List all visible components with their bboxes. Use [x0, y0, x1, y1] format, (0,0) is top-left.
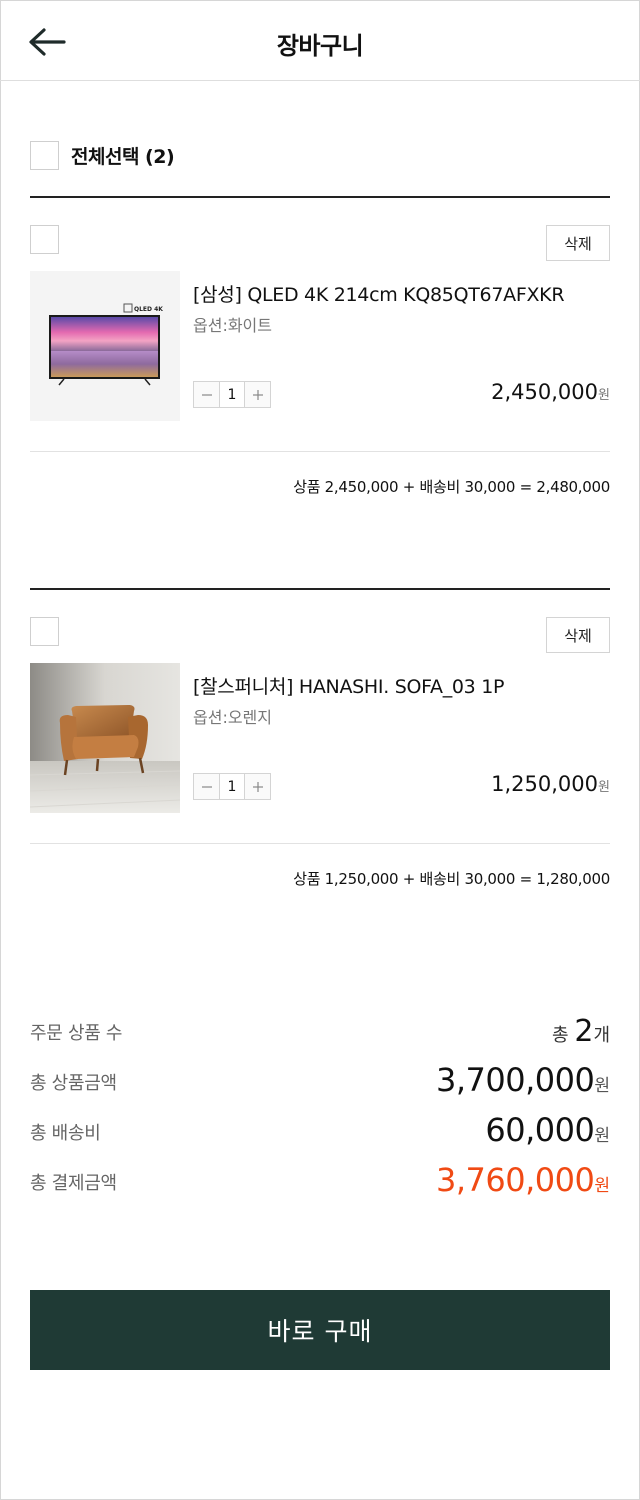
item-checkbox[interactable] — [30, 225, 59, 254]
total-products-value: 3,700,000원 — [436, 1061, 610, 1099]
total-products-number: 3,700,000 — [436, 1061, 595, 1099]
price-value: 2,450,000 — [491, 380, 599, 404]
total-shipping-row: 총 배송비 60,000원 — [30, 1105, 610, 1155]
item-summary: 상품 1,250,000 + 배송비 30,000 = 1,280,000 — [293, 870, 610, 888]
delete-button[interactable]: 삭제 — [546, 225, 610, 261]
minus-icon — [201, 785, 212, 788]
item-divider-top — [30, 588, 610, 590]
select-all-label: 전체선택 (2) — [71, 145, 175, 168]
item-summary: 상품 2,450,000 + 배송비 30,000 = 2,480,000 — [293, 478, 610, 496]
cart-item: 삭제 QLED 4K [삼성] QLED 4K 214cm KQ85QT67AF… — [30, 196, 610, 516]
increase-button[interactable] — [245, 774, 270, 799]
increase-button[interactable] — [245, 382, 270, 407]
delete-button[interactable]: 삭제 — [546, 617, 610, 653]
total-count-value: 총 2개 — [552, 1014, 610, 1049]
select-all-checkbox[interactable] — [30, 140, 59, 170]
quantity-value[interactable]: 1 — [219, 774, 245, 799]
cart-item: 삭제 [찰스퍼니처] HANASHI. SOFA_03 1P 옵션:오렌지 1 … — [30, 588, 610, 908]
total-shipping-number: 60,000 — [485, 1111, 595, 1149]
plus-icon — [252, 781, 263, 792]
item-divider — [30, 843, 610, 844]
order-totals: 주문 상품 수 총 2개 총 상품금액 3,700,000원 총 배송비 60,… — [30, 1005, 610, 1205]
select-all-row: 전체선택 (2) — [30, 139, 610, 171]
total-shipping-label: 총 배송비 — [30, 1123, 101, 1144]
item-divider-top — [30, 196, 610, 198]
decrease-button[interactable] — [194, 774, 219, 799]
total-count-row: 주문 상품 수 총 2개 — [30, 1005, 610, 1055]
item-divider — [30, 451, 610, 452]
decrease-button[interactable] — [194, 382, 219, 407]
total-count-unit: 개 — [593, 1025, 610, 1046]
total-payment-number: 3,760,000 — [436, 1161, 595, 1199]
tv-product-image[interactable]: QLED 4K — [30, 271, 180, 421]
total-products-unit: 원 — [594, 1076, 610, 1096]
item-price: 2,450,000원 — [491, 380, 610, 404]
item-price: 1,250,000원 — [491, 772, 610, 796]
product-option: 옵션:오렌지 — [193, 708, 272, 727]
total-payment-value: 3,760,000원 — [436, 1161, 610, 1199]
total-shipping-unit: 원 — [594, 1126, 610, 1146]
total-count-label: 주문 상품 수 — [30, 1023, 123, 1044]
total-count-number: 2 — [574, 1014, 594, 1049]
product-name[interactable]: [찰스퍼니처] HANASHI. SOFA_03 1P — [193, 672, 504, 699]
total-count-prefix: 총 — [552, 1025, 575, 1046]
total-products-row: 총 상품금액 3,700,000원 — [30, 1055, 610, 1105]
sofa-product-image[interactable] — [30, 663, 180, 813]
quantity-value[interactable]: 1 — [219, 382, 245, 407]
minus-icon — [201, 393, 212, 396]
item-checkbox[interactable] — [30, 617, 59, 646]
header: 장바구니 — [0, 0, 640, 81]
total-payment-row: 총 결제금액 3,760,000원 — [30, 1155, 610, 1205]
page-title: 장바구니 — [276, 32, 364, 60]
product-option: 옵션:화이트 — [193, 316, 272, 335]
price-unit: 원 — [598, 388, 610, 403]
plus-icon — [252, 389, 263, 400]
total-products-label: 총 상품금액 — [30, 1073, 117, 1094]
total-shipping-value: 60,000원 — [485, 1111, 610, 1149]
quantity-stepper: 1 — [193, 381, 271, 408]
price-value: 1,250,000 — [491, 772, 599, 796]
total-payment-label: 총 결제금액 — [30, 1173, 117, 1194]
price-unit: 원 — [598, 780, 610, 795]
tv-badge-text: QLED 4K — [134, 306, 163, 313]
quantity-stepper: 1 — [193, 773, 271, 800]
buy-now-button[interactable]: 바로 구매 — [30, 1290, 610, 1370]
total-payment-unit: 원 — [594, 1176, 610, 1196]
product-name[interactable]: [삼성] QLED 4K 214cm KQ85QT67AFXKR — [193, 280, 565, 307]
